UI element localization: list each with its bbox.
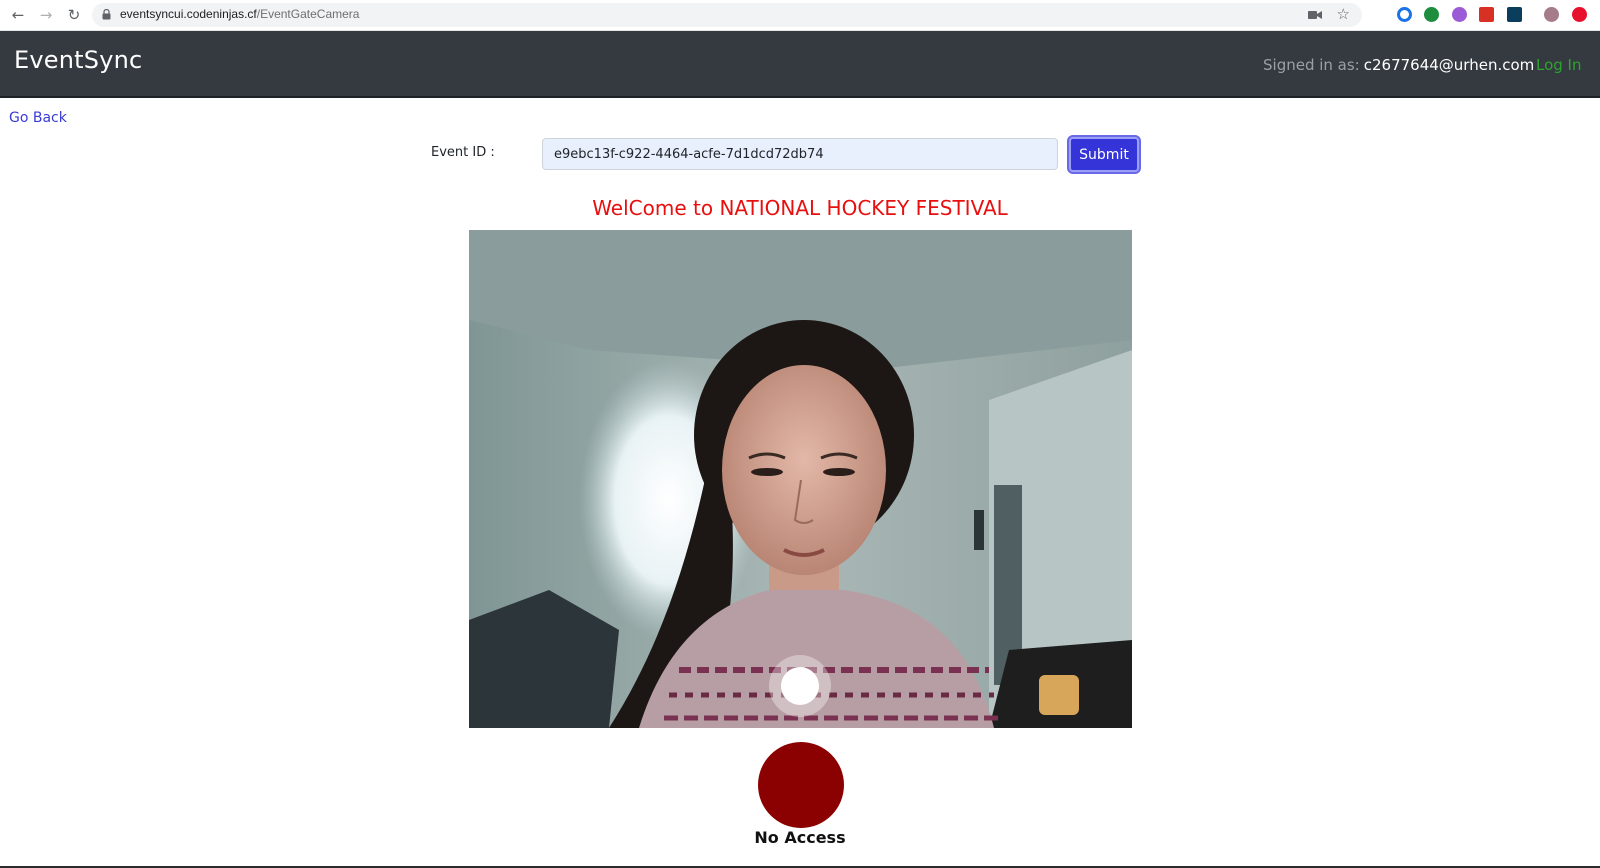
access-status-indicator (758, 742, 844, 828)
forward-arrow-icon[interactable]: → (36, 5, 56, 25)
extension-globe-icon[interactable] (1424, 7, 1439, 22)
extension-purple-icon[interactable] (1452, 7, 1467, 22)
capture-icon (781, 667, 819, 705)
profile-avatar[interactable] (1544, 7, 1559, 22)
camera-icon[interactable] (1308, 9, 1322, 21)
url-path: /EventGateCamera (256, 7, 360, 21)
login-link[interactable]: Log In (1536, 56, 1582, 74)
browser-toolbar: ← → ↻ eventsyncui.codeninjas.cf/EventGat… (0, 0, 1600, 31)
app-header: EventSync Signed in as: c2677644@urhen.co… (0, 31, 1600, 98)
address-bar[interactable]: eventsyncui.codeninjas.cf/EventGateCamer… (92, 3, 1362, 27)
submit-button[interactable]: Submit (1069, 137, 1139, 172)
brand-logo[interactable]: EventSync (14, 46, 142, 74)
camera-feed (469, 230, 1132, 728)
extension-alert-icon[interactable] (1572, 7, 1587, 22)
access-status-text: No Access (754, 828, 846, 847)
capture-button[interactable] (769, 655, 831, 717)
lock-icon (102, 9, 111, 20)
event-id-input[interactable] (542, 138, 1058, 170)
go-back-link[interactable]: Go Back (9, 110, 67, 126)
extension-red-icon[interactable] (1479, 7, 1494, 22)
event-id-label: Event ID : (431, 145, 495, 160)
signed-in-email: c2677644@urhen.com (1363, 56, 1535, 74)
extension-blue-ring-icon[interactable] (1397, 7, 1412, 22)
star-icon[interactable]: ☆ (1337, 5, 1350, 23)
welcome-heading: WelCome to NATIONAL HOCKEY FESTIVAL (592, 196, 1008, 220)
url-host: eventsyncui.codeninjas.cf (120, 7, 257, 21)
back-arrow-icon[interactable]: ← (8, 5, 28, 25)
signed-in-label: Signed in as: (1263, 56, 1360, 74)
extension-dark-icon[interactable] (1507, 7, 1522, 22)
signed-in-info: Signed in as: c2677644@urhen.com (1263, 56, 1534, 74)
url-text: eventsyncui.codeninjas.cf/EventGateCamer… (120, 7, 359, 21)
camera-image (469, 230, 1132, 728)
reload-icon[interactable]: ↻ (64, 5, 84, 25)
